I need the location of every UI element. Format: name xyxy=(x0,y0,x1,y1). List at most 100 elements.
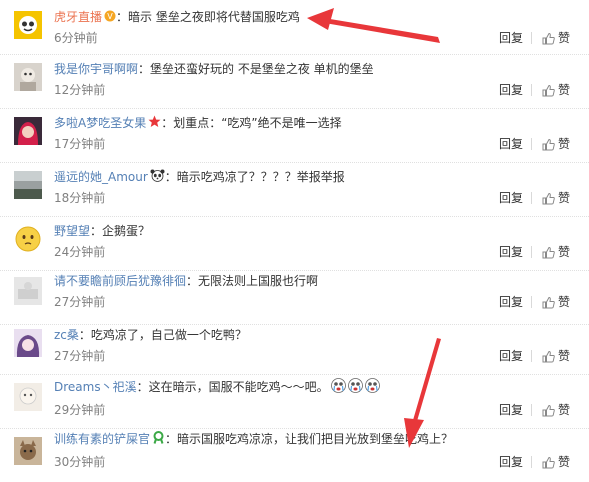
comment-row: zc桑：吃鸡凉了，自己做一个吃鸭？ 27分钟前 回复 赞 xyxy=(0,320,589,375)
like-label: 赞 xyxy=(558,295,571,309)
divider xyxy=(531,404,532,416)
comment-body: ：堡垒还蛮好玩的 不是堡垒之夜 单机的堡垒 xyxy=(138,62,374,76)
username-link[interactable]: 训练有素的铲屎官 xyxy=(54,432,150,446)
like-button[interactable]: 赞 xyxy=(542,82,570,98)
comment-text-line: Dreams丶祀溪：这在暗示，国服不能吃鸡～～吧。 xyxy=(54,378,380,397)
comment-row: 野望望：企鹅蛋？ 24分钟前 回复 赞 xyxy=(0,216,589,271)
star-badge-icon xyxy=(148,115,161,132)
comment-time: 17分钟前 xyxy=(54,137,106,151)
comment-body: ：这在暗示，国服不能吃鸡～～吧。 xyxy=(136,380,329,394)
divider xyxy=(531,138,532,150)
reply-button[interactable]: 回复 xyxy=(499,30,523,46)
reply-button[interactable]: 回复 xyxy=(499,348,523,364)
reply-button[interactable]: 回复 xyxy=(499,82,523,98)
username-link[interactable]: 我是你宇哥啊啊 xyxy=(54,62,138,76)
like-label: 赞 xyxy=(558,191,571,205)
comment-text-line: 虎牙直播 V ：暗示 堡垒之夜即将代替国服吃鸡 xyxy=(54,9,300,26)
avatar[interactable] xyxy=(14,117,42,145)
like-button[interactable]: 赞 xyxy=(542,30,570,46)
like-label: 赞 xyxy=(558,403,571,417)
reply-button[interactable]: 回复 xyxy=(499,454,523,470)
avatar[interactable] xyxy=(14,11,42,39)
like-label: 赞 xyxy=(558,455,571,469)
like-button[interactable]: 赞 xyxy=(542,244,570,260)
comment-time: 12分钟前 xyxy=(54,83,106,97)
comment-time: 18分钟前 xyxy=(54,191,106,205)
username-link[interactable]: 多啦A梦吃圣女果 xyxy=(54,116,146,130)
avatar[interactable] xyxy=(14,171,42,199)
comment-body: ：无限法则上国服也行啊 xyxy=(186,274,319,288)
thumbs-up-icon xyxy=(542,192,555,204)
reply-button[interactable]: 回复 xyxy=(499,294,523,310)
avatar[interactable] xyxy=(14,383,42,411)
thumbs-up-icon xyxy=(542,246,555,258)
thumbs-up-icon xyxy=(542,296,555,308)
thumbs-up-icon xyxy=(542,138,555,150)
comment-text-line: 训练有素的铲屎官 ：暗示国服吃鸡凉凉，让我们把目光放到堡垒吃鸡上？ xyxy=(54,431,453,448)
comment-body: ：暗示吃鸡凉了？？？？举报举报 xyxy=(164,170,345,184)
comment-body: ：吃鸡凉了，自己做一个吃鸭？ xyxy=(78,328,247,342)
divider xyxy=(531,456,532,468)
like-label: 赞 xyxy=(558,31,571,45)
comment-time: 30分钟前 xyxy=(54,455,106,469)
comment-text-line: 请不要瞻前顾后犹豫徘徊：无限法则上国服也行啊 xyxy=(54,273,318,289)
crying-emoji-icon xyxy=(364,378,380,397)
username-link[interactable]: 请不要瞻前顾后犹豫徘徊 xyxy=(54,274,186,288)
reply-button[interactable]: 回复 xyxy=(499,402,523,418)
comment-row: 多啦A梦吃圣女果 ：划重点：“吃鸡”绝不是唯一选择 17分钟前 回复 赞 xyxy=(0,108,589,163)
like-button[interactable]: 赞 xyxy=(542,190,570,206)
like-button[interactable]: 赞 xyxy=(542,348,570,364)
thumbs-up-icon xyxy=(542,456,555,468)
divider xyxy=(531,192,532,204)
svg-text:V: V xyxy=(107,12,113,21)
avatar[interactable] xyxy=(14,329,42,357)
like-label: 赞 xyxy=(558,83,571,97)
like-button[interactable]: 赞 xyxy=(542,454,570,470)
comment-time: 27分钟前 xyxy=(54,349,106,363)
crying-emoji-icon xyxy=(347,378,363,397)
comment-body: ：划重点：“吃鸡”绝不是唯一选择 xyxy=(161,116,342,130)
comment-time: 29分钟前 xyxy=(54,403,106,417)
divider xyxy=(531,350,532,362)
thumbs-up-icon xyxy=(542,84,555,96)
comment-row: Dreams丶祀溪：这在暗示，国服不能吃鸡～～吧。 29分钟前 回复 赞 xyxy=(0,374,589,429)
reply-button[interactable]: 回复 xyxy=(499,136,523,152)
comment-text-line: 我是你宇哥啊啊：堡垒还蛮好玩的 不是堡垒之夜 单机的堡垒 xyxy=(54,61,374,77)
comment-row: 请不要瞻前顾后犹豫徘徊：无限法则上国服也行啊 27分钟前 回复 赞 xyxy=(0,270,589,325)
comment-row: 虎牙直播 V ：暗示 堡垒之夜即将代替国服吃鸡 6分钟前 回复 赞 xyxy=(0,0,589,55)
comment-body: ：暗示国服吃鸡凉凉，让我们把目光放到堡垒吃鸡上？ xyxy=(165,432,454,446)
comment-row: 我是你宇哥啊啊：堡垒还蛮好玩的 不是堡垒之夜 单机的堡垒 12分钟前 回复 赞 xyxy=(0,54,589,109)
divider xyxy=(531,84,532,96)
reply-button[interactable]: 回复 xyxy=(499,190,523,206)
thumbs-up-icon xyxy=(542,32,555,44)
comment-text-line: 遥远的她_Amour ：暗示吃鸡凉了？？？？举报举报 xyxy=(54,169,345,186)
username-link[interactable]: Dreams丶祀溪 xyxy=(54,380,137,394)
comment-text-line: 野望望：企鹅蛋？ xyxy=(54,223,150,239)
verified-badge-icon: V xyxy=(104,10,116,26)
username-link[interactable]: 遥远的她_Amour xyxy=(54,170,148,184)
avatar[interactable] xyxy=(14,277,42,305)
like-button[interactable]: 赞 xyxy=(542,294,570,310)
like-button[interactable]: 赞 xyxy=(542,136,570,152)
comment-row: 遥远的她_Amour ：暗示吃鸡凉了？？？？举报举报 18分钟前 回复 赞 xyxy=(0,162,589,217)
thumbs-up-icon xyxy=(542,404,555,416)
username-link[interactable]: 野望望 xyxy=(54,224,90,238)
username-link[interactable]: 虎牙直播 xyxy=(54,10,102,24)
divider xyxy=(531,32,532,44)
crying-emoji-icon xyxy=(330,378,346,397)
comment-body: ：暗示 堡垒之夜即将代替国服吃鸡 xyxy=(116,10,300,24)
avatar[interactable] xyxy=(14,63,42,91)
avatar[interactable] xyxy=(14,437,42,465)
avatar[interactable] xyxy=(14,225,42,253)
like-label: 赞 xyxy=(558,349,571,363)
comment-text-line: zc桑：吃鸡凉了，自己做一个吃鸭？ xyxy=(54,327,247,343)
divider xyxy=(531,246,532,258)
comment-body: ：企鹅蛋？ xyxy=(90,224,151,238)
comment-time: 24分钟前 xyxy=(54,245,106,259)
reply-button[interactable]: 回复 xyxy=(499,244,523,260)
like-label: 赞 xyxy=(558,245,571,259)
comment-time: 27分钟前 xyxy=(54,295,106,309)
like-button[interactable]: 赞 xyxy=(542,402,570,418)
username-link[interactable]: zc桑 xyxy=(54,328,79,342)
comment-time: 6分钟前 xyxy=(54,31,98,45)
